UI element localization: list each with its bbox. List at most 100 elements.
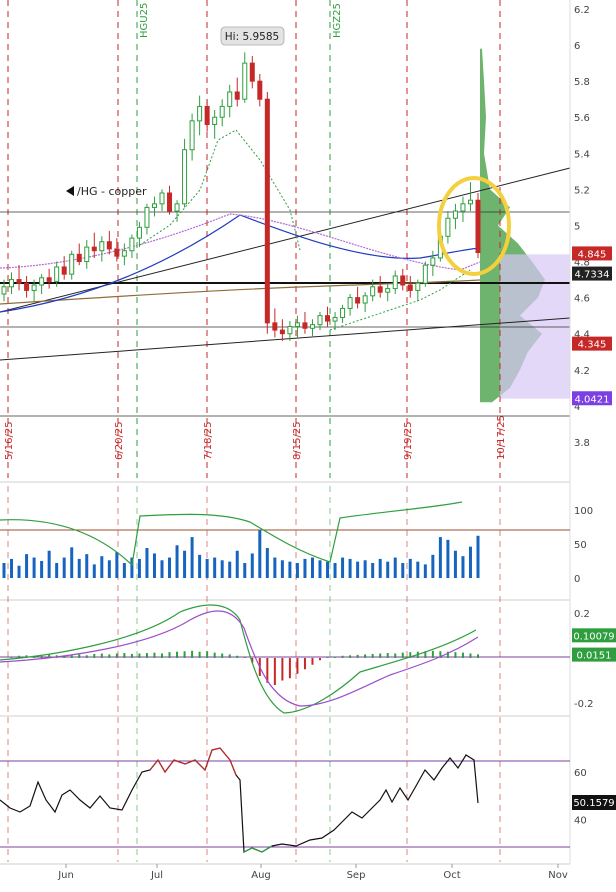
candle-body bbox=[460, 203, 466, 212]
candle-body bbox=[76, 253, 82, 263]
volume-bar bbox=[77, 558, 81, 578]
volume-bar bbox=[168, 557, 172, 578]
candle-body bbox=[129, 237, 135, 252]
cycle-date-label: 8/15/25 bbox=[292, 421, 303, 460]
volume-bar bbox=[235, 550, 239, 578]
volume-bar bbox=[371, 563, 375, 578]
candle-body bbox=[167, 192, 173, 212]
candle-body bbox=[317, 315, 323, 326]
candle-body bbox=[24, 282, 30, 291]
volume-oscillator-line bbox=[0, 501, 463, 567]
candle-body bbox=[31, 284, 37, 291]
candle-body bbox=[445, 217, 451, 237]
candle-body bbox=[242, 62, 248, 100]
volume-bar bbox=[198, 554, 202, 578]
cycle-date-label: 10/17/25 bbox=[496, 415, 507, 460]
candle-body bbox=[227, 91, 233, 107]
volume-bar bbox=[378, 558, 382, 578]
candle-body bbox=[475, 199, 481, 254]
candle-body bbox=[16, 279, 22, 284]
volume-bars bbox=[2, 530, 480, 578]
candle-body bbox=[257, 80, 263, 100]
volume-bar bbox=[416, 561, 420, 578]
x-tick-label: Jun bbox=[57, 870, 74, 881]
volume-tick-label: 100 bbox=[574, 506, 593, 517]
price-labels: 4.845 4.7334 4.345 4.0421 bbox=[572, 246, 612, 406]
expiry-label: HGU25 bbox=[139, 3, 150, 38]
macd-value-text: 0.10079 bbox=[573, 631, 614, 642]
volume-bar bbox=[55, 563, 59, 578]
volume-bar bbox=[303, 558, 307, 578]
candle-body bbox=[197, 105, 203, 122]
volume-bar bbox=[423, 564, 427, 578]
price-tick-label: 6.2 bbox=[574, 5, 590, 16]
price-value-text: 4.7334 bbox=[575, 270, 610, 281]
candle-body bbox=[114, 248, 120, 257]
macd-value-text: 0.0151 bbox=[577, 651, 612, 662]
candle-body bbox=[54, 266, 60, 282]
volume-bar bbox=[273, 557, 277, 578]
cycle-lines bbox=[7, 486, 501, 862]
price-value-text: 4.0421 bbox=[575, 394, 610, 405]
volume-bar bbox=[190, 537, 194, 578]
x-tick-label: Nov bbox=[548, 870, 568, 881]
chart-svg: 5/16/25 6/20/25 7/18/25 8/15/25 9/19/25 10/17… bbox=[0, 0, 616, 881]
volume-bar bbox=[228, 561, 232, 578]
candle-body bbox=[287, 325, 293, 335]
x-tick-label: Jul bbox=[150, 870, 163, 881]
macd-labels: 0.10079 0.0151 bbox=[572, 628, 616, 662]
volume-bar bbox=[32, 557, 36, 578]
price-value-text: 4.845 bbox=[578, 249, 607, 260]
candle-body bbox=[69, 253, 75, 275]
symbol-text: /HG - copper bbox=[77, 185, 147, 198]
volume-bar bbox=[386, 561, 390, 578]
macd-line bbox=[0, 604, 477, 714]
volume-bar bbox=[250, 553, 254, 578]
value-area-shade bbox=[500, 254, 570, 399]
cycle-date-label: 6/20/25 bbox=[114, 421, 125, 460]
volume-bar bbox=[160, 560, 164, 578]
volume-bar bbox=[115, 552, 119, 578]
high-callout: Hi: 5.9585 bbox=[220, 26, 285, 46]
candle-body bbox=[84, 246, 90, 263]
volume-bar bbox=[446, 539, 450, 578]
macd-panel: 0.2 -0.2 0.10079 0.0151 bbox=[0, 604, 616, 714]
volume-bar bbox=[85, 554, 89, 578]
candle-body bbox=[377, 286, 383, 293]
cycle-date-label: 5/16/25 bbox=[4, 421, 15, 460]
candle-body bbox=[294, 322, 300, 327]
candle-body bbox=[121, 250, 127, 257]
volume-bar bbox=[280, 560, 284, 578]
price-value-text: 4.345 bbox=[578, 340, 607, 351]
volume-bar bbox=[265, 548, 269, 578]
cycle-date-label: 7/18/25 bbox=[203, 421, 214, 460]
volume-bar bbox=[122, 563, 126, 578]
volume-bar bbox=[213, 557, 217, 578]
volume-bar bbox=[363, 560, 367, 578]
candle-body bbox=[325, 315, 331, 322]
volume-bar bbox=[258, 530, 262, 578]
x-tick-label: Oct bbox=[443, 870, 460, 881]
candle-body bbox=[272, 322, 278, 331]
volume-bar bbox=[145, 548, 149, 578]
candle-body bbox=[264, 98, 270, 324]
candle-body bbox=[309, 324, 315, 329]
candle-body bbox=[370, 286, 376, 297]
rsi-panel: 60 40 50.1579 bbox=[0, 747, 616, 853]
price-tick-label: 6 bbox=[574, 41, 580, 52]
volume-bar bbox=[183, 550, 187, 578]
volume-bar bbox=[17, 565, 21, 578]
candle-body bbox=[159, 192, 165, 205]
candle-body bbox=[467, 199, 473, 205]
candle-body bbox=[332, 316, 338, 322]
volume-bar bbox=[401, 563, 405, 578]
price-tick-label: 5.2 bbox=[574, 185, 590, 196]
volume-bar bbox=[40, 560, 44, 578]
candle-body bbox=[452, 210, 458, 219]
volume-bar bbox=[107, 560, 111, 578]
rsi-value-text: 50.1579 bbox=[573, 798, 614, 809]
volume-bar bbox=[70, 547, 74, 578]
price-tick-label: 4.2 bbox=[574, 366, 590, 377]
candle-body bbox=[91, 246, 97, 252]
volume-bar bbox=[10, 558, 14, 578]
